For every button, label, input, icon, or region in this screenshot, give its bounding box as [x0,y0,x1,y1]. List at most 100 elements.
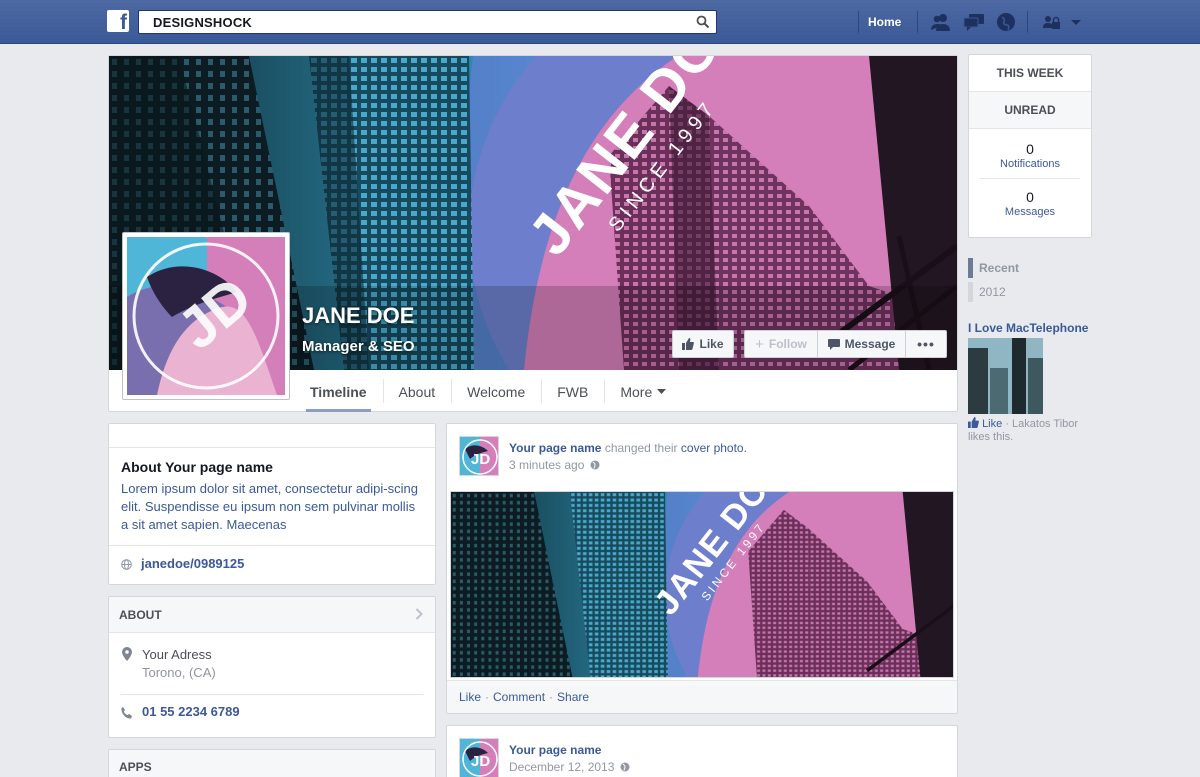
post-author-link[interactable]: Your page name [509,441,601,455]
page-name[interactable]: JANE DOE [302,303,414,329]
about-page-box: About Your page name Lorem ipsum dolor s… [108,423,436,585]
post-timestamp: December 12, 2013 [509,760,630,774]
post-avatar-monogram: JD [471,753,490,770]
thumbs-up-icon [968,417,979,428]
search-input[interactable]: DESIGNSHOCK [138,10,717,34]
post-share-link[interactable]: Share [557,690,589,704]
address-line-2: Torono, (CA) [142,665,216,680]
notifications-label: Notifications [1000,158,1060,170]
post-object-link[interactable]: cover photo. [681,441,747,455]
like-button-label: Like [699,337,724,351]
address-line-1: Your Adress [142,647,212,662]
ad-image-art [968,338,1043,414]
home-link[interactable]: Home [868,15,901,29]
messages-count: 0 [1026,189,1034,205]
post-author-avatar[interactable]: JD [459,738,499,777]
tab-timeline[interactable]: Timeline [294,371,383,412]
nav-divider [917,11,918,33]
phone-number[interactable]: 01 55 2234 6789 [142,704,240,719]
about-info-header[interactable]: ABOUT [109,597,435,633]
post-timestamp: 3 minutes ago [509,458,600,472]
page-actions-group: + Follow Message ••• [744,330,947,358]
account-settings-chevron-icon[interactable] [1069,12,1083,32]
post-time-text[interactable]: 3 minutes ago [509,458,584,472]
tab-fwb[interactable]: FWB [541,371,604,412]
apps-heading: APPS [119,760,152,774]
friend-requests-icon[interactable] [930,12,952,32]
message-button[interactable]: Message [818,331,906,357]
post-avatar-monogram: JD [471,451,490,468]
more-options-button[interactable]: ••• [906,331,946,357]
notifications-globe-icon[interactable] [995,12,1017,32]
timeline-scrubber: Recent 2012 [968,258,1019,306]
profile-tabs: Timeline About Welcome FWB More [294,371,682,412]
post-action-text: changed their [604,441,678,455]
page-stats-box: THIS WEEK UNREAD 0 Notifications 0 Messa… [968,54,1092,238]
page-category: Manager & SEO [302,338,415,355]
more-options-dots: ••• [917,336,935,352]
about-info-box: ABOUT Your Adress Torono, (CA) 01 55 223… [108,596,436,738]
facebook-logo[interactable]: f [107,10,129,32]
top-nav-bar: f DESIGNSHOCK Home [0,0,1200,44]
post-author-link[interactable]: Your page name [509,743,601,757]
post-author-avatar[interactable]: JD [459,436,499,476]
messages-label: Messages [1004,206,1056,218]
post-cover-photo[interactable]: JANE DOE SINCE 1997 [450,491,954,678]
about-box-header [109,424,435,448]
post-comment-link[interactable]: Comment [493,690,545,704]
messages-icon[interactable] [963,12,985,32]
nav-divider [858,11,859,33]
ad-title[interactable]: I Love MacTelephone [968,322,1092,335]
phone-icon [121,707,132,719]
this-week-tab[interactable]: THIS WEEK [969,55,1091,92]
scrubber-item-2012[interactable]: 2012 [968,282,1019,302]
post-like-link[interactable]: Like [459,690,481,704]
public-globe-icon[interactable] [590,460,600,470]
thumbs-up-icon [682,338,695,350]
apps-header[interactable]: APPS [109,750,435,777]
follow-button[interactable]: + Follow [745,331,818,357]
facebook-logo-glyph: f [120,11,127,32]
search-value: DESIGNSHOCK [153,15,252,30]
public-globe-icon[interactable] [620,762,630,772]
like-button[interactable]: Like [672,330,734,358]
tab-more[interactable]: More [604,371,682,412]
timeline-post: JD Your page name changed their cover ph… [446,423,958,714]
message-button-label: Message [844,337,896,351]
privacy-shortcuts-icon[interactable] [1041,12,1063,32]
post-author-avatar-art: JD [460,739,498,777]
tab-about[interactable]: About [382,371,452,412]
tab-more-label: More [620,383,653,400]
ad-like-link[interactable]: Like [982,418,1002,430]
scrubber-item-recent[interactable]: Recent [968,258,1019,278]
globe-icon [121,559,132,570]
messages-stat[interactable]: 0 Messages [969,179,1091,218]
post-author-avatar-art: JD [460,437,498,475]
about-description[interactable]: Lorem ipsum dolor sit amet, consectetur … [121,480,421,534]
post-cover-photo-art: JANE DOE SINCE 1997 [451,492,953,677]
ad-social-context: Like · Lakatos Tibor likes this. [968,417,1092,444]
tab-welcome[interactable]: Welcome [451,371,541,412]
notifications-count: 0 [1026,141,1034,157]
post-time-text[interactable]: December 12, 2013 [509,760,614,774]
about-info-heading: ABOUT [119,607,162,622]
nav-divider [1027,11,1028,33]
ad-image[interactable] [968,338,1043,414]
profile-picture-art: JD [127,237,285,395]
search-icon[interactable] [696,15,710,29]
about-divider [109,545,435,546]
profile-picture[interactable]: JD [122,232,290,400]
about-title: About Your page name [121,459,273,475]
unread-tab[interactable]: UNREAD [969,92,1091,129]
info-divider [121,694,423,695]
page-username-link[interactable]: janedoe/0989125 [141,556,244,571]
apps-box: APPS [108,749,436,777]
location-pin-icon [122,647,132,661]
timeline-post: JD Your page name December 12, 2013 [446,725,958,777]
plus-icon: + [755,335,764,353]
message-bubble-icon [827,338,840,350]
follow-button-label: Follow [768,337,807,351]
chevron-down-icon [657,388,667,394]
chevron-right-icon[interactable] [415,608,423,620]
notifications-stat[interactable]: 0 Notifications [969,129,1091,170]
